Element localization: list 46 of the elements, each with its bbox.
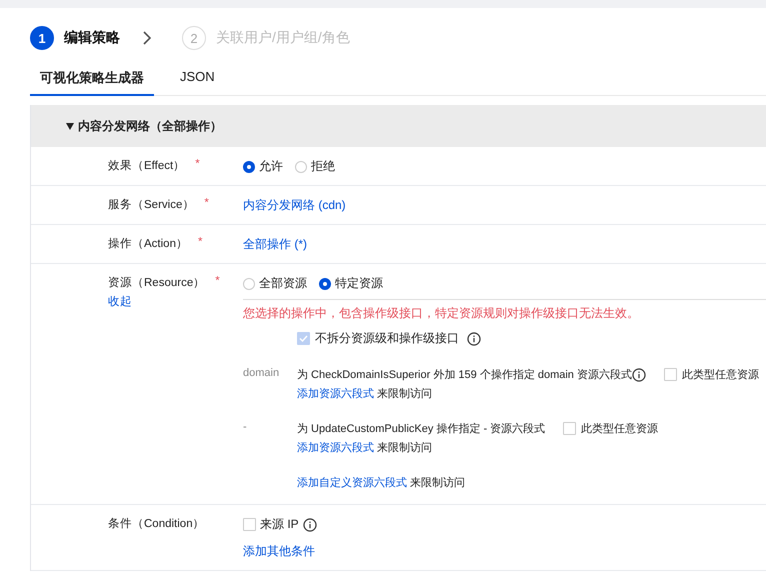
required-mark: * <box>195 158 200 172</box>
required-mark: * <box>198 236 202 250</box>
value-link[interactable]: 内容分发网络 (cdn) <box>243 198 346 212</box>
section-header[interactable]: 内容分发网络（全部操作） <box>31 105 766 147</box>
value-link[interactable]: 全部操作 (*) <box>243 237 307 251</box>
resource-description: 为 UpdateCustomPublicKey 操作指定 - 资源六段式 <box>297 422 546 436</box>
checkbox-label[interactable]: 来源 IP <box>260 516 299 533</box>
field-label: 条件（Condition） <box>108 516 205 531</box>
link-suffix: 来限制访问 <box>377 442 432 454</box>
radio-button[interactable] <box>319 278 331 290</box>
field-label: 操作（Action） <box>108 236 188 251</box>
radio-label[interactable]: 特定资源 <box>335 275 383 292</box>
warning-text: 您选择的操作中，包含操作级接口，特定资源规则对操作级接口无法生效。 <box>243 305 640 322</box>
resource-type: - <box>243 421 248 435</box>
checkbox[interactable] <box>243 518 256 531</box>
add-link[interactable]: 添加其他条件 <box>243 544 315 558</box>
checkbox-label[interactable]: 此类型任意资源 <box>581 421 658 436</box>
field-label: 效果（Effect） <box>108 159 186 173</box>
add-link[interactable]: 添加资源六段式 <box>297 388 374 400</box>
radio-label[interactable]: 拒绝 <box>311 158 335 175</box>
add-link[interactable]: 添加资源六段式 <box>297 442 374 454</box>
link-suffix: 来限制访问 <box>377 388 432 400</box>
resource-type: domain <box>243 367 280 381</box>
field-label: 资源（Resource） <box>108 276 206 290</box>
radio-button[interactable] <box>243 160 255 172</box>
field-label: 服务（Service） <box>108 198 194 212</box>
checkbox-label[interactable]: 此类型任意资源 <box>682 367 759 382</box>
required-mark: * <box>215 275 220 289</box>
info-icon[interactable] <box>632 368 646 382</box>
step-label[interactable]: 编辑策略 <box>64 29 120 47</box>
checkbox[interactable] <box>664 368 677 381</box>
checkbox[interactable] <box>563 422 576 435</box>
link-suffix: 来限制访问 <box>410 477 466 489</box>
info-icon[interactable] <box>302 518 317 532</box>
triangle-icon <box>66 122 74 130</box>
step-number: 2 <box>182 26 206 50</box>
chevron-icon <box>142 31 152 45</box>
required-mark: * <box>204 197 209 211</box>
add-link[interactable]: 添加自定义资源六段式 <box>297 477 407 489</box>
resource-description: 为 CheckDomainIsSuperior 外加 159 个操作指定 domain 资源六段式 <box>297 368 632 382</box>
step-number: 1 <box>30 26 54 50</box>
radio-label[interactable]: 允许 <box>259 158 283 175</box>
tab[interactable]: 可视化策略生成器 <box>30 63 154 96</box>
collapse-link[interactable]: 收起 <box>108 294 243 309</box>
tab[interactable]: JSON <box>170 63 225 96</box>
radio-label[interactable]: 全部资源 <box>259 275 307 292</box>
